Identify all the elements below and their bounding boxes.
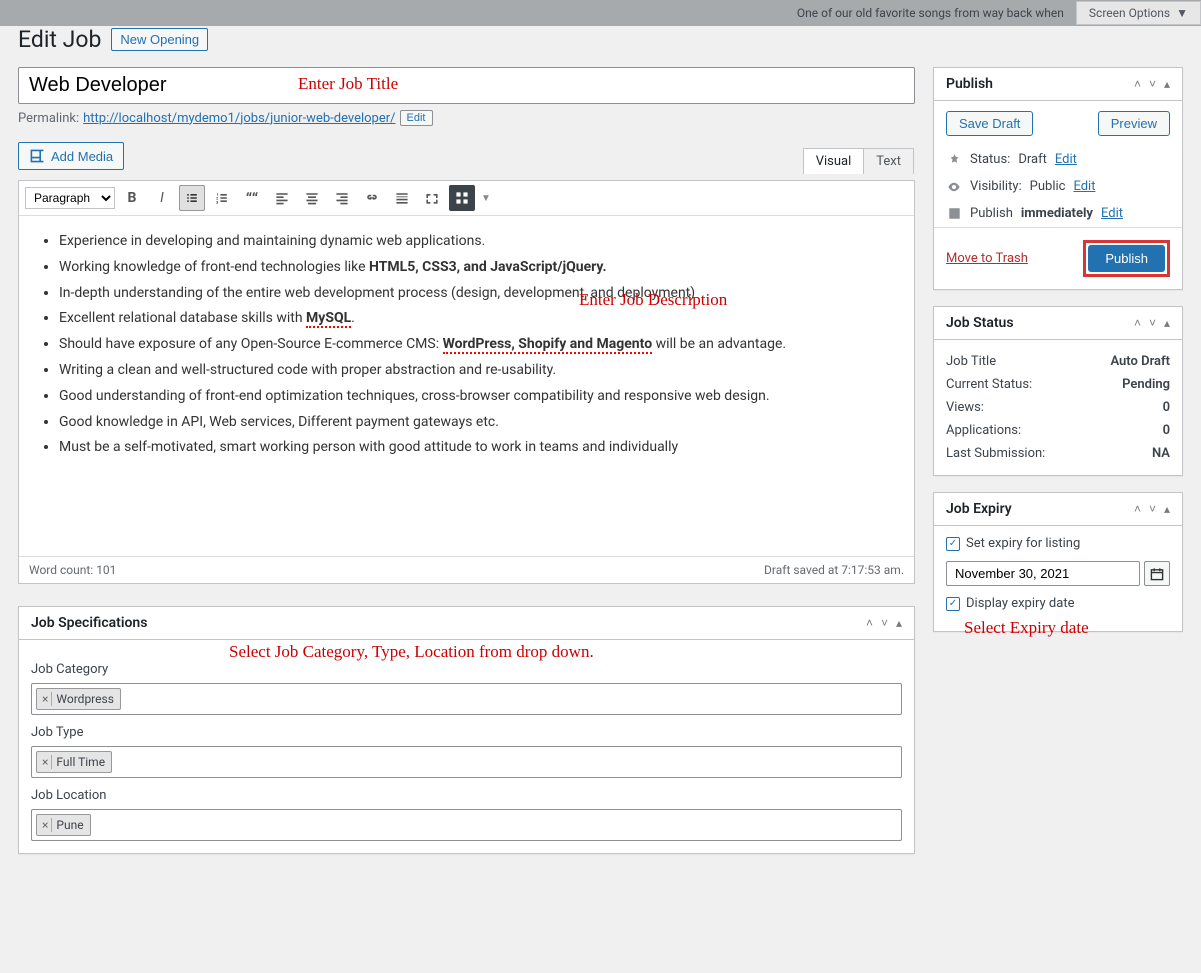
location-input[interactable]: ×Pune [31, 809, 902, 841]
status-edit-link[interactable]: Edit [1055, 152, 1077, 167]
align-right-button[interactable] [329, 185, 355, 211]
editor-toolbar: Paragraph B I ““ [19, 181, 914, 216]
set-expiry-checkbox[interactable]: ✓ Set expiry for listing [946, 536, 1170, 551]
topbar-message: One of our old favorite songs from way b… [797, 6, 1064, 20]
job-status-box: Job Status ˄ ˅ ▴ Job TitleAuto DraftCurren… [933, 306, 1183, 476]
save-draft-button[interactable]: Save Draft [946, 111, 1033, 136]
media-icon [29, 148, 45, 164]
editor-box: Visual Text Paragraph B I ““ [18, 180, 915, 584]
annotation-specs: Select Job Category, Type, Location from… [229, 642, 594, 662]
permalink-row: Permalink: http://localhost/mydemo1/jobs… [18, 110, 915, 126]
tab-text[interactable]: Text [863, 148, 914, 174]
publish-button[interactable]: Publish [1088, 245, 1165, 272]
description-item: In-depth understanding of the entire web… [59, 282, 898, 306]
editor-content[interactable]: Experience in developing and maintaining… [19, 216, 914, 556]
toolbar-toggle-button[interactable] [449, 185, 475, 211]
align-center-button[interactable] [299, 185, 325, 211]
bold-button[interactable]: B [119, 185, 145, 211]
location-label: Job Location [31, 788, 902, 803]
page-title: Edit Job [18, 26, 101, 53]
checkbox-checked-icon: ✓ [946, 537, 960, 551]
caret-down-icon: ▼ [1176, 6, 1188, 20]
expiry-date-input[interactable] [946, 561, 1140, 586]
chevron-down-icon[interactable]: ˅ [1149, 502, 1156, 516]
category-label: Job Category [31, 662, 902, 677]
quote-button[interactable]: ““ [239, 185, 265, 211]
eye-icon [946, 180, 962, 194]
publish-title: Publish [946, 76, 993, 92]
annotation-expiry: Select Expiry date [964, 618, 1089, 638]
status-row: Current Status:Pending [946, 373, 1170, 396]
description-item: Good understanding of front-end optimiza… [59, 385, 898, 409]
chevron-down-icon[interactable]: ˅ [1149, 77, 1156, 91]
remove-tag-icon[interactable]: × [39, 692, 52, 706]
description-item: Excellent relational database skills wit… [59, 307, 898, 331]
top-bar: One of our old favorite songs from way b… [0, 0, 1201, 26]
description-item: Good knowledge in API, Web services, Dif… [59, 411, 898, 435]
job-title-input[interactable] [18, 67, 915, 104]
status-row: Applications:0 [946, 419, 1170, 442]
publish-button-highlight: Publish [1083, 240, 1170, 277]
chevron-up-icon[interactable]: ˄ [1134, 502, 1141, 516]
caret-up-icon[interactable]: ▴ [1164, 502, 1170, 516]
status-row: Views:0 [946, 396, 1170, 419]
ul-button[interactable] [179, 185, 205, 211]
draft-saved-time: Draft saved at 7:17:53 am. [764, 563, 904, 577]
description-item: Writing a clean and well-structured code… [59, 359, 898, 383]
toolbar-caret-icon: ▼ [479, 185, 493, 211]
align-left-button[interactable] [269, 185, 295, 211]
chevron-down-icon[interactable]: ˅ [1149, 316, 1156, 330]
description-item: Should have exposure of any Open-Source … [59, 333, 898, 357]
caret-up-icon[interactable]: ▴ [1164, 77, 1170, 91]
more-button[interactable] [389, 185, 415, 211]
chevron-up-icon[interactable]: ˄ [1134, 77, 1141, 91]
publish-box: Publish ˄˅▴ Save Draft Preview Status: D… [933, 67, 1183, 290]
calendar-icon [946, 207, 962, 220]
schedule-edit-link[interactable]: Edit [1101, 206, 1123, 221]
job-expiry-box: Job Expiry ˄ ˅ ▴ ✓ Set expiry for listing [933, 492, 1183, 632]
job-specifications-box: Job Specifications ˄ ˅ ▴ Select Job Cate… [18, 606, 915, 854]
description-item: Experience in developing and maintaining… [59, 230, 898, 254]
preview-button[interactable]: Preview [1098, 111, 1170, 136]
description-item: Working knowledge of front-end technolog… [59, 256, 898, 280]
type-label: Job Type [31, 725, 902, 740]
type-tag: ×Full Time [36, 751, 112, 773]
chevron-up-icon[interactable]: ˄ [866, 616, 873, 630]
fullscreen-button[interactable] [419, 185, 445, 211]
job-status-title: Job Status [946, 315, 1014, 331]
format-select[interactable]: Paragraph [25, 187, 115, 209]
job-expiry-title: Job Expiry [946, 501, 1012, 517]
move-to-trash-link[interactable]: Move to Trash [946, 251, 1028, 266]
visibility-edit-link[interactable]: Edit [1073, 179, 1095, 194]
new-opening-button[interactable]: New Opening [111, 28, 208, 51]
location-tag: ×Pune [36, 814, 91, 836]
remove-tag-icon[interactable]: × [39, 818, 52, 832]
chevron-up-icon[interactable]: ˄ [1134, 316, 1141, 330]
status-row: Last Submission:NA [946, 442, 1170, 465]
calendar-button[interactable] [1144, 561, 1170, 586]
ol-button[interactable] [209, 185, 235, 211]
link-button[interactable] [359, 185, 385, 211]
word-count: Word count: 101 [29, 563, 116, 577]
description-item: Must be a self-motivated, smart working … [59, 436, 898, 460]
permalink-edit-button[interactable]: Edit [400, 110, 433, 126]
category-tag: ×Wordpress [36, 688, 121, 710]
pin-icon [946, 153, 962, 166]
category-input[interactable]: ×Wordpress [31, 683, 902, 715]
chevron-down-icon[interactable]: ˅ [881, 616, 888, 630]
remove-tag-icon[interactable]: × [39, 755, 52, 769]
specs-title: Job Specifications [31, 615, 147, 631]
display-expiry-checkbox[interactable]: ✓ Display expiry date [946, 596, 1170, 611]
caret-up-icon[interactable]: ▴ [1164, 316, 1170, 330]
permalink-url[interactable]: http://localhost/mydemo1/jobs/junior-web… [83, 111, 395, 126]
tab-visual[interactable]: Visual [803, 148, 865, 174]
screen-options-button[interactable]: Screen Options ▼ [1076, 1, 1201, 25]
italic-button[interactable]: I [149, 185, 175, 211]
checkbox-checked-icon: ✓ [946, 597, 960, 611]
type-input[interactable]: ×Full Time [31, 746, 902, 778]
status-row: Job TitleAuto Draft [946, 350, 1170, 373]
add-media-button[interactable]: Add Media [18, 142, 124, 170]
caret-up-icon[interactable]: ▴ [896, 616, 902, 630]
